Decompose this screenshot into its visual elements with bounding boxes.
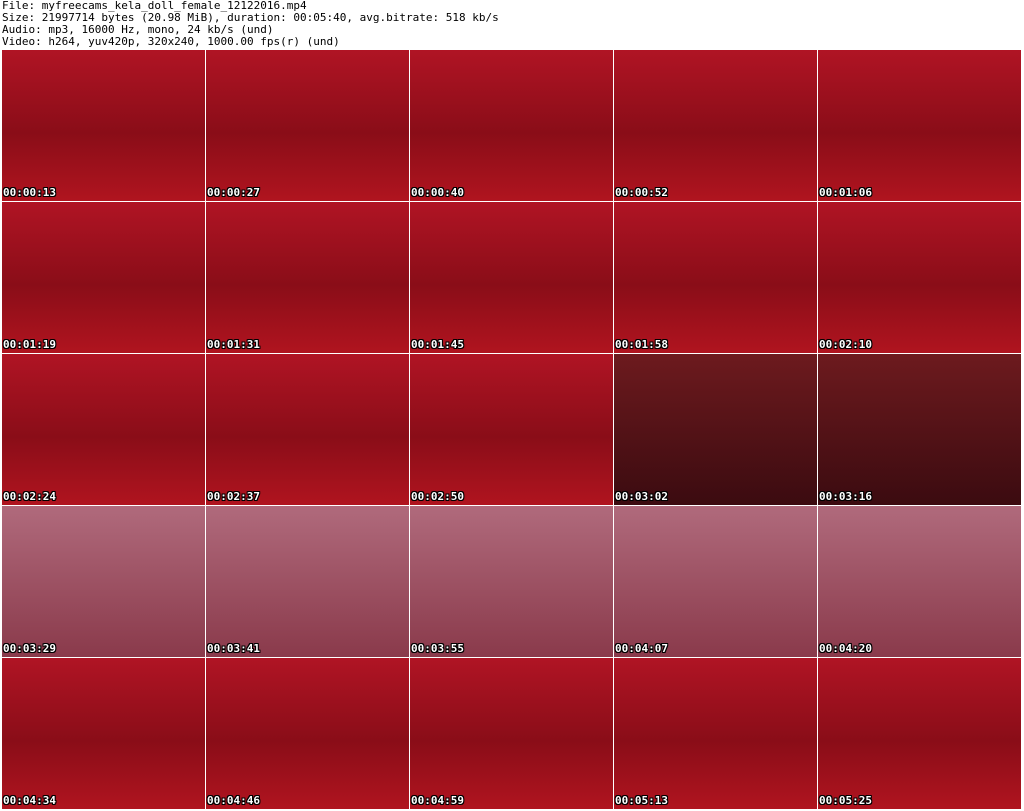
thumbnail-timestamp: 00:00:52	[615, 186, 668, 199]
thumbnail-timestamp: 00:02:10	[819, 338, 872, 351]
file-name-line: File: myfreecams_kela_doll_female_121220…	[2, 0, 307, 12]
video-thumbnail: 00:00:27	[206, 50, 409, 201]
video-thumbnail: 00:01:58	[614, 202, 817, 353]
video-thumbnail: 00:02:37	[206, 354, 409, 505]
thumbnail-timestamp: 00:03:55	[411, 642, 464, 655]
video-thumbnail: 00:03:29	[2, 506, 205, 657]
video-thumbnail: 00:01:45	[410, 202, 613, 353]
thumbnail-timestamp: 00:04:20	[819, 642, 872, 655]
video-thumbnail: 00:03:41	[206, 506, 409, 657]
video-thumbnail: 00:01:31	[206, 202, 409, 353]
video-thumbnail: 00:03:16	[818, 354, 1021, 505]
video-thumbnail: 00:00:40	[410, 50, 613, 201]
video-thumbnail: 00:04:59	[410, 658, 613, 809]
thumbnail-timestamp: 00:01:45	[411, 338, 464, 351]
video-thumbnail: 00:04:07	[614, 506, 817, 657]
file-info-header: File: myfreecams_kela_doll_female_121220…	[2, 0, 1022, 48]
video-thumbnail: 00:05:13	[614, 658, 817, 809]
file-size-line: Size: 21997714 bytes (20.98 MiB), durati…	[2, 12, 499, 24]
thumbnail-timestamp: 00:01:06	[819, 186, 872, 199]
thumbnail-timestamp: 00:02:37	[207, 490, 260, 503]
thumbnail-timestamp: 00:01:19	[3, 338, 56, 351]
thumbnail-timestamp: 00:03:29	[3, 642, 56, 655]
thumbnail-timestamp: 00:02:50	[411, 490, 464, 503]
thumbnail-timestamp: 00:00:27	[207, 186, 260, 199]
video-thumbnail: 00:02:10	[818, 202, 1021, 353]
video-thumbnail: 00:04:46	[206, 658, 409, 809]
thumbnail-timestamp: 00:05:25	[819, 794, 872, 807]
thumbnail-timestamp: 00:04:59	[411, 794, 464, 807]
video-thumbnail: 00:02:50	[410, 354, 613, 505]
video-thumbnail: 00:00:52	[614, 50, 817, 201]
thumbnail-timestamp: 00:03:41	[207, 642, 260, 655]
thumbnail-timestamp: 00:01:58	[615, 338, 668, 351]
thumbnail-timestamp: 00:00:13	[3, 186, 56, 199]
video-thumbnail: 00:03:02	[614, 354, 817, 505]
video-thumbnail: 00:04:34	[2, 658, 205, 809]
video-thumbnail: 00:01:19	[2, 202, 205, 353]
video-thumbnail: 00:01:06	[818, 50, 1021, 201]
thumbnail-timestamp: 00:02:24	[3, 490, 56, 503]
video-thumbnail: 00:00:13	[2, 50, 205, 201]
thumbnail-timestamp: 00:04:46	[207, 794, 260, 807]
video-thumbnail: 00:03:55	[410, 506, 613, 657]
thumbnail-timestamp: 00:01:31	[207, 338, 260, 351]
thumbnail-timestamp: 00:05:13	[615, 794, 668, 807]
thumbnail-timestamp: 00:04:34	[3, 794, 56, 807]
audio-info-line: Audio: mp3, 16000 Hz, mono, 24 kb/s (und…	[2, 24, 274, 36]
thumbnail-timestamp: 00:00:40	[411, 186, 464, 199]
thumbnail-timestamp: 00:03:02	[615, 490, 668, 503]
thumbnail-timestamp: 00:03:16	[819, 490, 872, 503]
video-thumbnail: 00:05:25	[818, 658, 1021, 809]
video-thumbnail: 00:04:20	[818, 506, 1021, 657]
video-thumbnail: 00:02:24	[2, 354, 205, 505]
video-info-line: Video: h264, yuv420p, 320x240, 1000.00 f…	[2, 36, 340, 48]
thumbnail-timestamp: 00:04:07	[615, 642, 668, 655]
thumbnail-grid: 00:00:13 00:00:27 00:00:40 00:00:52 00:01:06…	[2, 50, 1022, 810]
